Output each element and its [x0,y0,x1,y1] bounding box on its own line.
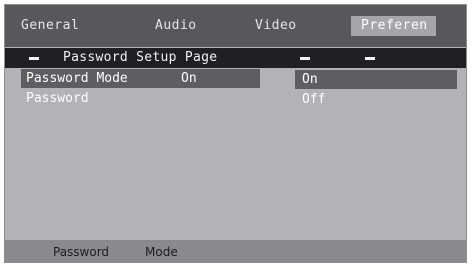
status-bar: Password Mode [5,240,466,262]
option-label: Off [302,92,326,107]
option-off[interactable]: Off [295,90,457,109]
option-label: On [302,72,318,87]
tab-preferences[interactable]: Preferen [351,16,436,36]
tab-video[interactable]: Video [255,18,297,34]
option-on[interactable]: On [295,70,457,89]
menu-item-value: On [181,71,197,86]
status-text-right: Mode [145,245,178,259]
menu-item-password[interactable]: Password [21,89,260,108]
status-text-left: Password [53,245,110,259]
dash-marker [300,57,310,60]
menu-item-label: Password Mode [26,71,128,86]
setup-page-bar: Password Setup Page [5,48,466,68]
setup-menu-screen: General Audio Video Preferen Password Se… [4,4,467,263]
menu-item-label: Password [26,91,89,106]
tab-audio[interactable]: Audio [155,18,197,34]
setup-page-title: Password Setup Page [63,50,218,65]
dash-marker [29,57,39,60]
dash-marker [365,57,375,60]
tab-bar: General Audio Video Preferen [5,5,466,47]
menu-item-password-mode[interactable]: Password Mode On [21,69,260,88]
tab-general[interactable]: General [21,18,79,34]
